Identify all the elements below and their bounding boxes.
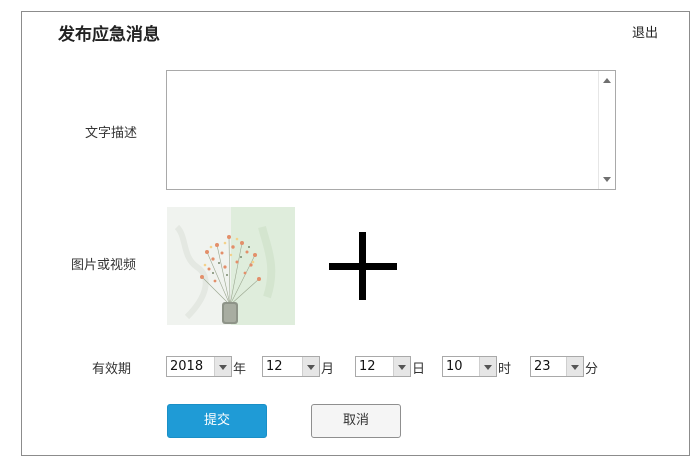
logout-link[interactable]: 退出 [632, 22, 658, 41]
hour-value: 10 [446, 359, 463, 374]
hour-unit: 时 [498, 362, 512, 377]
day-value: 12 [359, 359, 376, 374]
cancel-button[interactable]: 取消 [311, 404, 401, 438]
year-unit: 年 [233, 362, 247, 377]
minute-value: 23 [534, 359, 551, 374]
year-select[interactable]: 2018 [166, 356, 232, 377]
submit-button[interactable]: 提交 [167, 404, 267, 438]
media-label: 图片或视频 [71, 258, 137, 273]
month-unit: 月 [321, 362, 335, 377]
page-title: 发布应急消息 [58, 25, 160, 45]
chevron-down-icon[interactable] [302, 357, 319, 376]
scroll-down-icon[interactable] [603, 177, 611, 182]
text-description-input[interactable] [166, 70, 616, 190]
text-description-label: 文字描述 [85, 126, 138, 141]
chevron-down-icon[interactable] [479, 357, 496, 376]
validity-label: 有效期 [92, 362, 132, 377]
day-select[interactable]: 12 [355, 356, 411, 377]
textarea-scrollbar[interactable] [598, 71, 615, 189]
minute-unit: 分 [585, 362, 599, 377]
hour-select[interactable]: 10 [442, 356, 497, 377]
uploaded-image-thumbnail[interactable] [167, 207, 295, 325]
scroll-up-icon[interactable] [603, 78, 611, 83]
chevron-down-icon[interactable] [393, 357, 410, 376]
year-value: 2018 [170, 359, 204, 374]
flower-vase-image [167, 207, 295, 325]
minute-select[interactable]: 23 [530, 356, 584, 377]
plus-icon[interactable] [329, 232, 397, 300]
month-value: 12 [266, 359, 283, 374]
chevron-down-icon[interactable] [566, 357, 583, 376]
chevron-down-icon[interactable] [214, 357, 231, 376]
month-select[interactable]: 12 [262, 356, 320, 377]
day-unit: 日 [412, 362, 426, 377]
